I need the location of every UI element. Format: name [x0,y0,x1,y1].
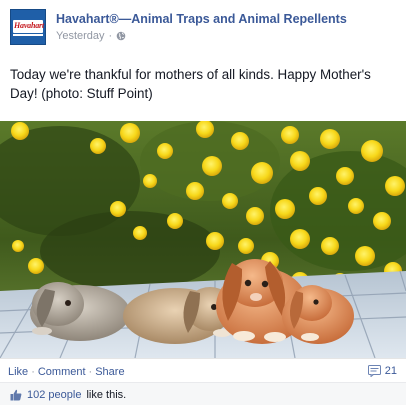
action-links: Like · Comment · Share [8,366,125,378]
comment-count-button[interactable]: 21 [367,365,397,377]
post-header: Havahart Havahart®—Animal Traps and Anim… [10,9,396,47]
thumbs-up-icon [10,389,22,401]
page-name-link[interactable]: Havahart®—Animal Traps and Animal Repell… [56,12,347,26]
post-text: Today we're thankful for mothers of all … [10,67,371,101]
separator: · [88,366,93,378]
like-link[interactable]: Like [8,366,28,378]
comment-icon [367,365,381,377]
globe-icon[interactable] [116,31,126,41]
post-card: Havahart Havahart®—Animal Traps and Anim… [0,0,406,405]
avatar-logo-text: Havahart [14,21,44,30]
separator: · [31,366,35,378]
separator: · [108,30,113,42]
post-timestamp[interactable]: Yesterday [56,30,105,42]
post-meta: Yesterday · [56,30,126,42]
likes-count-link[interactable]: 102 people [27,389,81,401]
post-photo[interactable] [0,121,406,358]
page-avatar[interactable]: Havahart [10,9,46,45]
likes-summary: 102 people like this. [0,382,406,405]
comment-link[interactable]: Comment [38,366,86,378]
likes-suffix: like this. [86,389,127,401]
share-link[interactable]: Share [95,366,124,378]
avatar-logo-stripe [13,34,43,36]
post-actions-bar: Like · Comment · Share 21 [0,358,406,382]
comment-count: 21 [384,365,397,377]
